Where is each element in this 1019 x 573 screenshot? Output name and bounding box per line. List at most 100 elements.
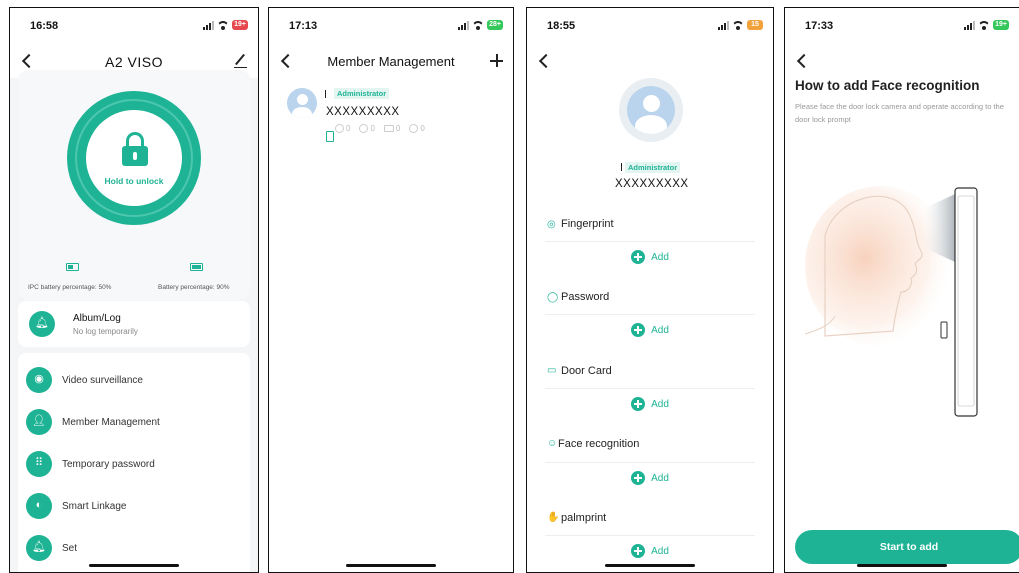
wifi-icon xyxy=(978,21,990,30)
avatar xyxy=(287,88,317,118)
page-title: Member Management xyxy=(327,54,455,69)
home-indicator xyxy=(346,564,436,567)
add-password-button[interactable]: Add xyxy=(527,323,773,337)
screen-member-detail: 18:55 15 Administrator XXXXXXXXX ◎ Finge… xyxy=(526,7,774,573)
back-icon[interactable] xyxy=(795,52,809,70)
unlock-inner: Hold to unlock xyxy=(86,110,182,206)
menu-item-temporary-password[interactable]: ⠿ Temporary password xyxy=(18,443,250,485)
password-icon: ◯ xyxy=(547,292,559,303)
plus-icon xyxy=(631,323,646,337)
avatar[interactable] xyxy=(627,86,675,134)
avatar-frame xyxy=(619,78,683,142)
plus-icon xyxy=(631,397,646,411)
battery-icon: 19+ xyxy=(232,20,248,30)
battery-icon: 28+ xyxy=(487,20,503,30)
add-fingerprint-button[interactable]: Add xyxy=(527,250,773,264)
menu-item-member-management[interactable]: 👤︎ Member Management xyxy=(18,401,250,443)
guide-description: Please face the door lock camera and ope… xyxy=(795,102,1004,124)
battery-icon: 19+ xyxy=(993,20,1009,30)
edit-icon[interactable] xyxy=(234,54,248,68)
status-time: 17:13 xyxy=(289,20,318,32)
start-to-add-button[interactable]: Start to add xyxy=(795,530,1019,564)
lock-battery-icon xyxy=(190,263,203,271)
password-icon: 0 xyxy=(359,124,375,133)
screen-face-guide: 17:33 19+ How to add Face recognition Pl… xyxy=(784,7,1019,573)
section-title: palmprint xyxy=(561,512,607,524)
screen-home: 16:58 19+ A2 VISO Hold to unlock IPC bat… xyxy=(9,7,259,573)
status-bar: 18:55 15 xyxy=(527,8,773,44)
battery-icon: 15 xyxy=(747,20,763,30)
status-bar: 17:13 28+ xyxy=(269,8,513,44)
signal-icon xyxy=(458,20,469,30)
role-badge: Administrator xyxy=(625,162,681,173)
section-title: Fingerprint xyxy=(561,218,614,230)
status-bar: 17:33 19+ xyxy=(785,8,1019,44)
menu-item-label: Video surveillance xyxy=(62,375,143,386)
card-icon: 0 xyxy=(383,124,400,133)
face-icon: 0 xyxy=(409,124,425,133)
wifi-icon xyxy=(472,21,484,30)
signal-icon xyxy=(964,20,975,30)
camera-icon: ◉ xyxy=(26,367,52,393)
section-title: Door Card xyxy=(561,365,612,377)
home-indicator xyxy=(857,564,947,567)
lock-battery-label: Battery percentage: 90% xyxy=(158,284,230,291)
nav-bar: Member Management xyxy=(269,44,513,78)
plus-icon xyxy=(631,250,646,264)
role-badge: Administrator xyxy=(334,88,390,99)
face-icon: ☺ xyxy=(547,438,558,449)
menu-item-smart-linkage[interactable]: ◐ Smart Linkage xyxy=(18,485,250,527)
add-member-icon[interactable] xyxy=(490,54,503,67)
status-bar: 16:58 19+ xyxy=(10,8,258,44)
card-icon: ▭ xyxy=(547,365,557,376)
palm-icon: ✋ xyxy=(547,512,560,523)
section-title: Password xyxy=(561,291,610,303)
fingerprint-icon: 0 xyxy=(335,124,350,133)
menu-list: ◉ Video surveillance 👤︎ Member Managemen… xyxy=(18,353,250,572)
add-door-card-button[interactable]: Add xyxy=(527,397,773,411)
unlock-label: Hold to unlock xyxy=(104,176,164,186)
add-palmprint-button[interactable]: Add xyxy=(527,544,773,558)
add-label: Add xyxy=(651,324,669,336)
home-indicator xyxy=(89,564,179,567)
album-log-card[interactable]: 🔔︎ Album/Log No log temporarily xyxy=(18,301,250,347)
door-lock-handle xyxy=(940,321,948,339)
status-time: 18:55 xyxy=(547,20,576,32)
home-indicator xyxy=(605,564,695,567)
album-subtitle: No log temporarily xyxy=(73,327,138,336)
add-label: Add xyxy=(651,472,669,484)
menu-item-video-surveillance[interactable]: ◉ Video surveillance xyxy=(18,359,250,401)
add-label: Add xyxy=(651,545,669,557)
add-label: Add xyxy=(651,251,669,263)
add-label: Add xyxy=(651,398,669,410)
plus-icon xyxy=(631,544,646,558)
menu-item-label: Temporary password xyxy=(62,459,155,470)
nav-bar xyxy=(527,44,773,78)
wifi-icon xyxy=(217,21,229,30)
album-title: Album/Log xyxy=(73,313,121,324)
menu-item-set[interactable]: 🔔︎ Set xyxy=(18,527,250,569)
face-illustration xyxy=(805,186,978,417)
menu-item-label: Member Management xyxy=(62,417,160,428)
member-name: XXXXXXXXX xyxy=(615,178,689,190)
role-divider xyxy=(325,90,326,98)
menu-item-label: Set xyxy=(62,543,78,554)
signal-icon xyxy=(203,20,214,30)
guide-title: How to add Face recognition xyxy=(795,78,980,93)
plus-icon xyxy=(631,471,646,485)
ipc-battery-icon xyxy=(66,263,79,271)
wifi-icon xyxy=(732,21,744,30)
keypad-icon: ⠿ xyxy=(26,451,52,477)
user-icon: 👤︎ xyxy=(26,409,52,435)
credential-counts: 0 0 0 0 xyxy=(326,124,425,142)
status-time: 16:58 xyxy=(30,20,59,32)
ipc-battery-label: IPC battery percentage: 50% xyxy=(28,284,112,291)
back-icon[interactable] xyxy=(537,52,551,70)
screen-member-management: 17:13 28+ Member Management Administrato… xyxy=(268,7,514,573)
fingerprint-icon: ◎ xyxy=(547,219,556,230)
signal-icon xyxy=(718,20,729,30)
role-divider xyxy=(621,163,622,171)
status-time: 17:33 xyxy=(805,20,834,32)
unlock-button[interactable]: Hold to unlock xyxy=(67,91,201,225)
add-face-button[interactable]: Add xyxy=(527,471,773,485)
